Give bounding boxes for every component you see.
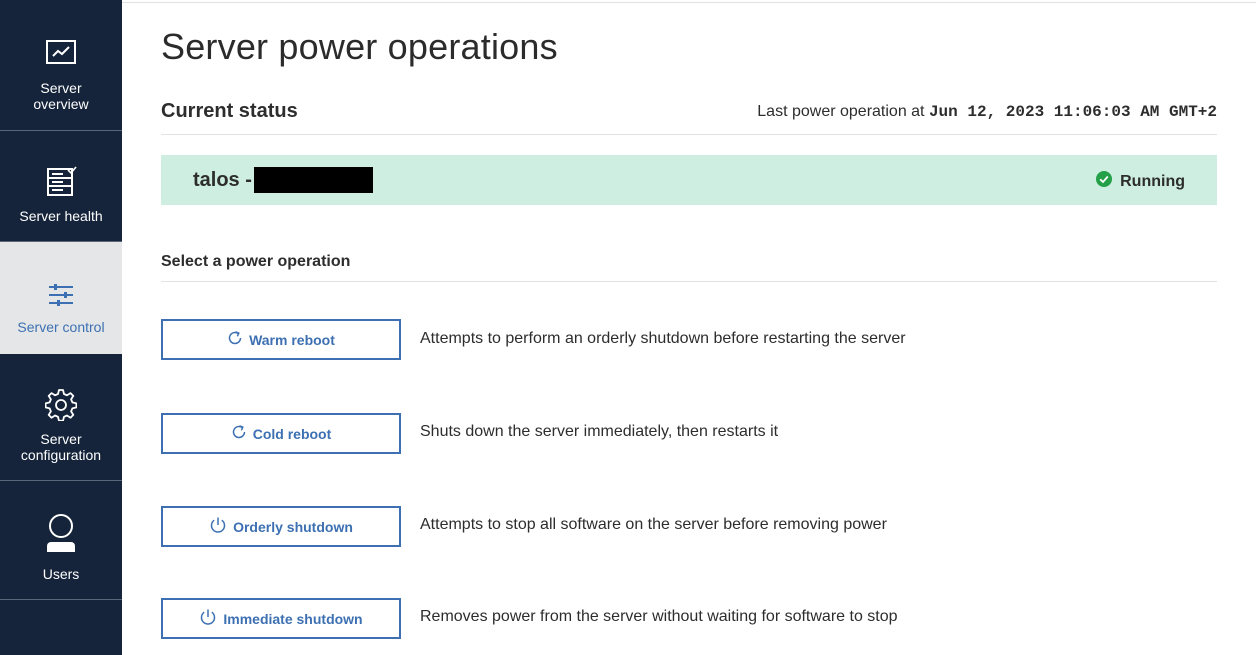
select-operation-heading: Select a power operation bbox=[161, 253, 351, 270]
redacted-hostname bbox=[254, 167, 373, 193]
sidebar-item-server-health[interactable]: Server health bbox=[0, 131, 122, 242]
power-icon bbox=[209, 516, 227, 537]
button-label: Warm reboot bbox=[249, 331, 335, 348]
refresh-icon bbox=[227, 330, 243, 349]
sidebar-item-label: Users bbox=[42, 566, 80, 582]
server-health-icon bbox=[0, 166, 122, 196]
last-op-label: Last power operation at bbox=[757, 103, 925, 120]
check-circle-icon bbox=[1096, 171, 1113, 192]
current-status-heading: Current status bbox=[161, 100, 298, 122]
gear-icon bbox=[0, 389, 122, 421]
divider bbox=[161, 281, 1217, 282]
power-icon bbox=[199, 608, 217, 629]
sidebar-item-server-configuration[interactable]: Server configuration bbox=[0, 354, 122, 481]
server-status-bar: talos - Running bbox=[161, 155, 1217, 205]
divider bbox=[161, 134, 1217, 135]
top-divider bbox=[122, 2, 1256, 3]
sidebar-item-label: Server bbox=[40, 431, 82, 447]
page-title: Server power operations bbox=[161, 26, 558, 67]
sidebar-item-label: Server control bbox=[17, 319, 105, 335]
immediate-shutdown-description: Removes power from the server without wa… bbox=[420, 608, 898, 625]
sidebar-item-users[interactable]: Users bbox=[0, 481, 122, 600]
sidebar-nav: Server overview Server health Server con… bbox=[0, 0, 122, 655]
status-text: Running bbox=[1120, 172, 1185, 190]
monitor-icon bbox=[0, 40, 122, 66]
button-label: Orderly shutdown bbox=[233, 518, 353, 535]
sidebar-item-server-control[interactable]: Server control bbox=[0, 242, 122, 354]
warm-reboot-description: Attempts to perform an orderly shutdown … bbox=[420, 330, 906, 347]
warm-reboot-button[interactable]: Warm reboot bbox=[161, 319, 401, 360]
immediate-shutdown-button[interactable]: Immediate shutdown bbox=[161, 598, 401, 639]
sidebar-item-label: Server health bbox=[19, 208, 103, 224]
last-op-timestamp: Jun 12, 2023 11:06:03 AM GMT+2 bbox=[928, 103, 1217, 121]
sidebar-item-label: configuration bbox=[20, 447, 102, 463]
button-label: Cold reboot bbox=[252, 425, 332, 442]
button-label: Immediate shutdown bbox=[223, 610, 363, 627]
orderly-shutdown-button[interactable]: Orderly shutdown bbox=[161, 506, 401, 547]
refresh-icon bbox=[231, 424, 247, 443]
user-icon bbox=[0, 514, 122, 552]
status-badge: Running bbox=[1096, 171, 1185, 192]
cold-reboot-description: Shuts down the server immediately, then … bbox=[420, 423, 779, 440]
cold-reboot-button[interactable]: Cold reboot bbox=[161, 413, 401, 454]
host-name: talos - bbox=[193, 169, 252, 191]
sliders-icon bbox=[0, 283, 122, 307]
sidebar-item-server-overview[interactable]: Server overview bbox=[0, 0, 122, 131]
sidebar-item-label: Server bbox=[40, 80, 82, 96]
orderly-shutdown-description: Attempts to stop all software on the ser… bbox=[420, 516, 887, 533]
last-power-operation: Last power operation at Jun 12, 2023 11:… bbox=[757, 103, 1217, 121]
sidebar-item-label: overview bbox=[33, 96, 89, 112]
